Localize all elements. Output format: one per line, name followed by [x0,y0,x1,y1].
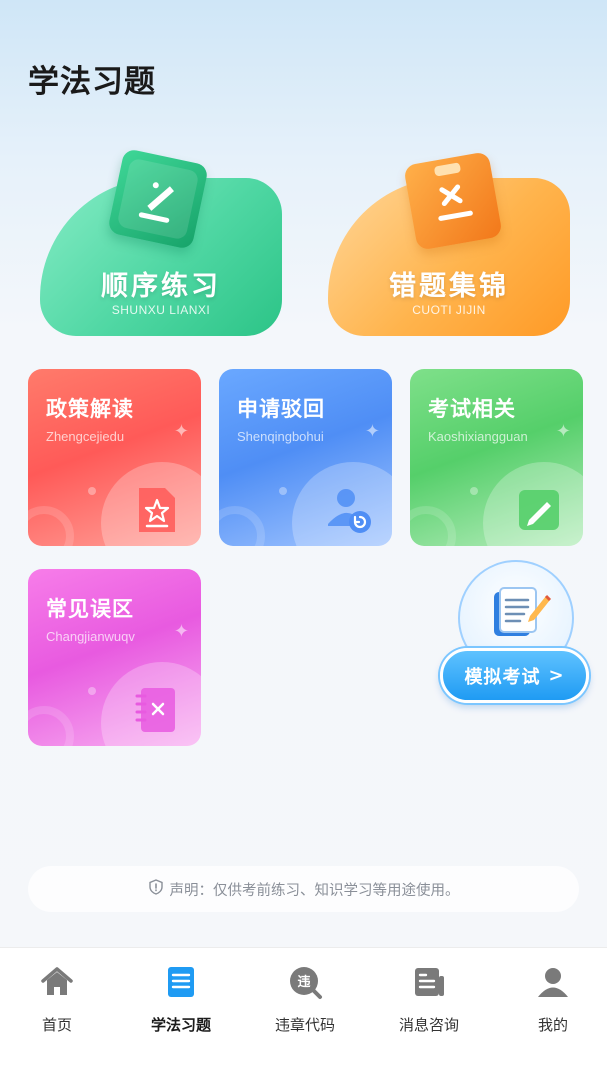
common-misconceptions-card[interactable]: ✦ 常见误区 Changjianwuqv [28,569,201,746]
card-subtitle: CUOTI JIJIN [412,303,486,317]
card-subtitle: Kaoshixiangguan [428,429,528,444]
decoration [28,506,74,546]
card-title: 考试相关 [428,397,516,421]
nav-item-profile[interactable]: 我的 [498,948,607,1048]
notebook-x-icon [129,682,185,738]
nav-item-home[interactable]: 首页 [2,948,112,1048]
decoration [219,506,265,546]
mock-exam-widget[interactable]: 模拟考试 > [440,560,590,705]
decoration [279,487,287,495]
mock-exam-button[interactable]: 模拟考试 > [440,648,589,703]
home-icon [39,964,75,1000]
pencil-icon [106,147,210,251]
card-title: 常见误区 [46,597,134,621]
card-subtitle: Shenqingbohui [237,429,324,444]
nav-label: 学法习题 [150,1016,211,1034]
user-icon [535,964,571,1000]
sparkle-icon: ✦ [364,421,380,442]
disclaimer-text: 声明：仅供考前练习、知识学习等用途使用。 [169,882,460,899]
decoration [88,687,96,695]
violation-search-icon: 违 [287,964,323,1000]
decoration [28,706,74,746]
shield-icon [148,879,164,899]
nav-label: 我的 [537,1016,568,1034]
mock-exam-label: 模拟考试 [464,666,541,688]
card-subtitle: Changjianwuqv [46,629,135,644]
page-title: 学法习题 [28,64,156,100]
decoration [88,487,96,495]
decoration [410,506,456,546]
card-subtitle: Zhengcejiedu [46,429,125,444]
sparkle-icon: ✦ [555,421,571,442]
news-icon [411,964,447,1000]
nav-label: 首页 [41,1016,72,1034]
document-star-icon [129,482,185,538]
card-title: 政策解读 [46,397,134,421]
edit-icon [511,482,567,538]
sequential-practice-card[interactable]: 顺序练习 SHUNXU LIANXI [40,147,282,336]
policy-interpretation-card[interactable]: ✦ 政策解读 Zhengcejiedu [28,369,201,546]
nav-item-violation-codes[interactable]: 违 违章代码 [250,948,360,1048]
chevron-right-icon: > [548,665,565,686]
card-title: 申请驳回 [237,397,325,421]
nav-item-messages[interactable]: 消息咨询 [374,948,484,1048]
nav-label: 违章代码 [274,1016,335,1034]
user-return-icon [320,482,376,538]
decoration [470,487,478,495]
card-title: 错题集锦 [389,271,509,302]
clipboard-x-icon [403,151,503,251]
card-subtitle: SHUNXU LIANXI [111,303,211,317]
nav-label: 消息咨询 [398,1016,459,1034]
nav-item-study[interactable]: 学法习题 [126,948,236,1048]
svg-text:违: 违 [297,974,310,990]
exam-related-card[interactable]: ✦ 考试相关 Kaoshixiangguan [410,369,583,546]
application-rejection-card[interactable]: ✦ 申请驳回 Shenqingbohui [219,369,392,546]
card-title: 顺序练习 [101,271,221,302]
sparkle-icon: ✦ [173,421,189,442]
bottom-nav: 首页 学法习题 违 违章代码 消息咨询 我的 [0,947,607,1080]
wrong-questions-card[interactable]: 错题集锦 CUOTI JIJIN [328,151,570,336]
sparkle-icon: ✦ [173,621,189,642]
disclaimer-bar: 声明：仅供考前练习、知识学习等用途使用。 [28,866,579,912]
book-icon [163,964,199,1000]
exam-book-icon [484,580,552,648]
